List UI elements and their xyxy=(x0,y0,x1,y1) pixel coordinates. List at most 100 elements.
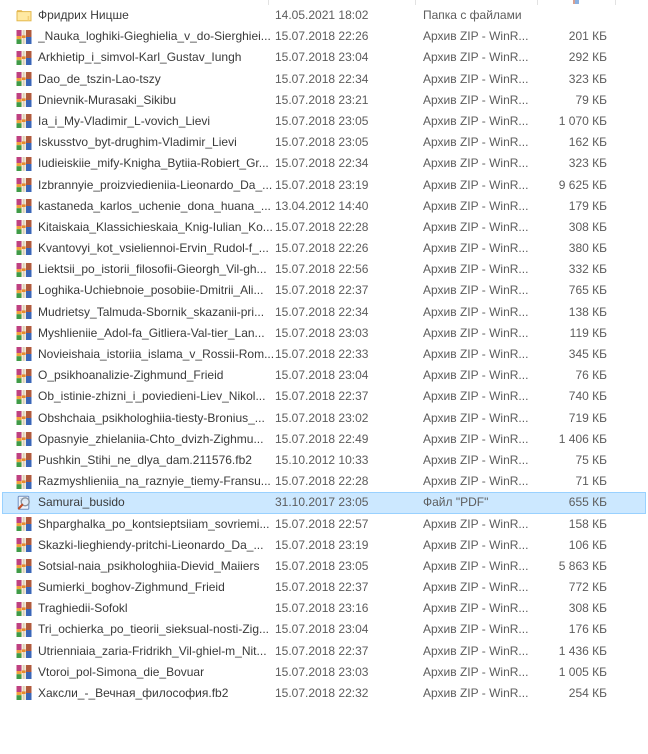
file-date-modified: 15.07.2018 22:32 xyxy=(275,683,403,704)
file-date-modified: 15.07.2018 22:37 xyxy=(275,386,403,407)
file-row[interactable]: O_psikhoanalizie-Zighmund_Frieid 15.07.2… xyxy=(2,365,646,386)
file-date-modified: 15.07.2018 22:26 xyxy=(275,238,403,259)
file-name: Kitaiskaia_Klassichieskaia_Knig-Iulian_K… xyxy=(38,217,280,238)
file-date-modified: 15.07.2018 22:34 xyxy=(275,69,403,90)
winrar-archive-icon xyxy=(16,431,32,447)
file-row[interactable]: kastaneda_karlos_uchenie_dona_huana_... … xyxy=(2,196,646,217)
file-size: 162 КБ xyxy=(502,132,607,153)
winrar-archive-icon xyxy=(16,579,32,595)
file-row[interactable]: Pushkin_Stihi_ne_dlya_dam.211576.fb2 15.… xyxy=(2,450,646,471)
column-separator[interactable] xyxy=(615,0,616,5)
winrar-archive-icon xyxy=(16,664,32,680)
file-name: Pushkin_Stihi_ne_dlya_dam.211576.fb2 xyxy=(38,450,280,471)
file-size: 76 КБ xyxy=(502,365,607,386)
file-row[interactable]: Ob_istinie-zhizni_i_poviedieni-Liev_Niko… xyxy=(2,386,646,407)
column-separator[interactable] xyxy=(537,0,538,5)
file-row[interactable]: Obshchaia_psikhologhiia-tiesty-Bronius_.… xyxy=(2,408,646,429)
file-size: 119 КБ xyxy=(502,323,607,344)
column-separator[interactable] xyxy=(268,0,269,5)
winrar-archive-icon xyxy=(16,219,32,235)
file-date-modified: 15.07.2018 23:19 xyxy=(275,175,403,196)
file-name: Liektsii_po_istorii_filosofii-Gieorgh_Vi… xyxy=(38,259,280,280)
file-size: 765 КБ xyxy=(502,280,607,301)
file-date-modified: 15.07.2018 23:04 xyxy=(275,365,403,386)
winrar-archive-icon xyxy=(16,685,32,701)
file-row[interactable]: Dao_de_tszin-Lao-tszy 15.07.2018 22:34 А… xyxy=(2,69,646,90)
winrar-archive-icon xyxy=(16,389,32,405)
file-date-modified: 13.04.2012 14:40 xyxy=(275,196,403,217)
file-row[interactable]: Mudrietsy_Talmuda-Sbornik_skazanii-pri..… xyxy=(2,302,646,323)
file-name: Хаксли_-_Вечная_философия.fb2 xyxy=(38,683,280,704)
file-row[interactable]: Dnievnik-Murasaki_Sikibu 15.07.2018 23:2… xyxy=(2,90,646,111)
file-name: Izbrannyie_proizviedieniia-Lieonardo_Da_… xyxy=(38,175,280,196)
winrar-archive-icon xyxy=(16,113,32,129)
winrar-archive-icon xyxy=(16,452,32,468)
file-row[interactable]: Liektsii_po_istorii_filosofii-Gieorgh_Vi… xyxy=(2,259,646,280)
file-size: 655 КБ xyxy=(502,492,607,513)
file-name: Tri_ochierka_po_tieorii_sieksual-nosti-Z… xyxy=(38,619,280,640)
file-date-modified: 15.07.2018 22:37 xyxy=(275,280,403,301)
file-size: 201 КБ xyxy=(502,26,607,47)
file-row[interactable]: Opasnyie_zhielaniia-Chto_dvizh-Zighmu...… xyxy=(2,429,646,450)
file-date-modified: 15.07.2018 23:05 xyxy=(275,111,403,132)
file-row[interactable]: Utrienniaia_zaria-Fridrikh_Vil-ghiel-m_N… xyxy=(2,641,646,662)
file-date-modified: 15.07.2018 22:34 xyxy=(275,302,403,323)
file-row[interactable]: Izbrannyie_proizviedieniia-Lieonardo_Da_… xyxy=(2,175,646,196)
file-row[interactable]: Arkhietip_i_simvol-Karl_Gustav_Iungh 15.… xyxy=(2,47,646,68)
file-size: 179 КБ xyxy=(502,196,607,217)
file-date-modified: 15.07.2018 23:21 xyxy=(275,90,403,111)
file-row[interactable]: Sumierki_boghov-Zighmund_Frieid 15.07.20… xyxy=(2,577,646,598)
winrar-archive-icon xyxy=(16,92,32,108)
file-row[interactable]: Sotsial-naia_psikhologhiia-Dievid_Maiier… xyxy=(2,556,646,577)
file-size: 158 КБ xyxy=(502,514,607,535)
file-name: Loghika-Uchiebnoie_posobiie-Dmitrii_Ali.… xyxy=(38,280,280,301)
file-name: Iskusstvo_byt-drughim-Vladimir_Lievi xyxy=(38,132,280,153)
file-row[interactable]: Фридрих Ницше 14.05.2021 18:02 Папка с ф… xyxy=(2,5,646,26)
file-row[interactable]: Хаксли_-_Вечная_философия.fb2 15.07.2018… xyxy=(2,683,646,704)
file-size: 323 КБ xyxy=(502,69,607,90)
file-row[interactable]: Myshlieniie_Adol-fa_Gitliera-Val-tier_La… xyxy=(2,323,646,344)
file-size: 323 КБ xyxy=(502,153,607,174)
file-row[interactable]: Traghiedii-Sofokl 15.07.2018 23:16 Архив… xyxy=(2,598,646,619)
column-separator[interactable] xyxy=(415,0,416,5)
file-name: O_psikhoanalizie-Zighmund_Frieid xyxy=(38,365,280,386)
file-row[interactable]: Tri_ochierka_po_tieorii_sieksual-nosti-Z… xyxy=(2,619,646,640)
file-size: 292 КБ xyxy=(502,47,607,68)
file-row[interactable]: Razmyshlieniia_na_raznyie_tiemy-Fransu..… xyxy=(2,471,646,492)
file-date-modified: 15.07.2018 22:34 xyxy=(275,153,403,174)
file-date-modified: 15.07.2018 23:03 xyxy=(275,662,403,683)
file-date-modified: 15.07.2018 22:37 xyxy=(275,641,403,662)
file-row[interactable]: Skazki-lieghiendy-pritchi-Lieonardo_Da_.… xyxy=(2,535,646,556)
file-name: Iudieiskiie_mify-Knigha_Bytiia-Robiert_G… xyxy=(38,153,280,174)
file-row[interactable]: _Nauka_loghiki-Gieghielia_v_do-Sierghiei… xyxy=(2,26,646,47)
file-size: 79 КБ xyxy=(502,90,607,111)
file-name: Skazki-lieghiendy-pritchi-Lieonardo_Da_.… xyxy=(38,535,280,556)
file-size: 332 КБ xyxy=(502,259,607,280)
file-name: Sumierki_boghov-Zighmund_Frieid xyxy=(38,577,280,598)
file-row[interactable]: Kvantovyi_kot_vsieliennoi-Ervin_Rudol-f_… xyxy=(2,238,646,259)
file-row[interactable]: Loghika-Uchiebnoie_posobiie-Dmitrii_Ali.… xyxy=(2,280,646,301)
winrar-archive-icon xyxy=(16,262,32,278)
file-date-modified: 15.10.2012 10:33 xyxy=(275,450,403,471)
file-date-modified: 15.07.2018 22:33 xyxy=(275,344,403,365)
winrar-archive-icon xyxy=(16,198,32,214)
winrar-archive-icon xyxy=(16,283,32,299)
winrar-archive-icon xyxy=(16,29,32,45)
file-name: _Nauka_loghiki-Gieghielia_v_do-Sierghiei… xyxy=(38,26,280,47)
winrar-archive-icon xyxy=(16,177,32,193)
file-row[interactable]: Shparghalka_po_kontsieptsiiam_sovriemi..… xyxy=(2,514,646,535)
file-row[interactable]: Iskusstvo_byt-drughim-Vladimir_Lievi 15.… xyxy=(2,132,646,153)
file-row[interactable]: Ia_i_My-Vladimir_L-vovich_Lievi 15.07.20… xyxy=(2,111,646,132)
pdf-viewer-icon xyxy=(16,495,32,511)
file-row[interactable]: Kitaiskaia_Klassichieskaia_Knig-Iulian_K… xyxy=(2,217,646,238)
file-row[interactable]: Iudieiskiie_mify-Knigha_Bytiia-Robiert_G… xyxy=(2,153,646,174)
file-size: 308 КБ xyxy=(502,598,607,619)
winrar-archive-icon xyxy=(16,50,32,66)
file-name: Opasnyie_zhielaniia-Chto_dvizh-Zighmu... xyxy=(38,429,280,450)
size-column-filter-icon xyxy=(575,0,579,4)
file-row[interactable]: Samurai_busido 31.10.2017 23:05 Файл "PD… xyxy=(2,492,646,513)
file-date-modified: 15.07.2018 23:02 xyxy=(275,408,403,429)
file-row[interactable]: Vtoroi_pol-Simona_die_Bovuar 15.07.2018 … xyxy=(2,662,646,683)
file-row[interactable]: Novieishaia_istoriia_islama_v_Rossii-Rom… xyxy=(2,344,646,365)
file-date-modified: 15.07.2018 22:28 xyxy=(275,471,403,492)
